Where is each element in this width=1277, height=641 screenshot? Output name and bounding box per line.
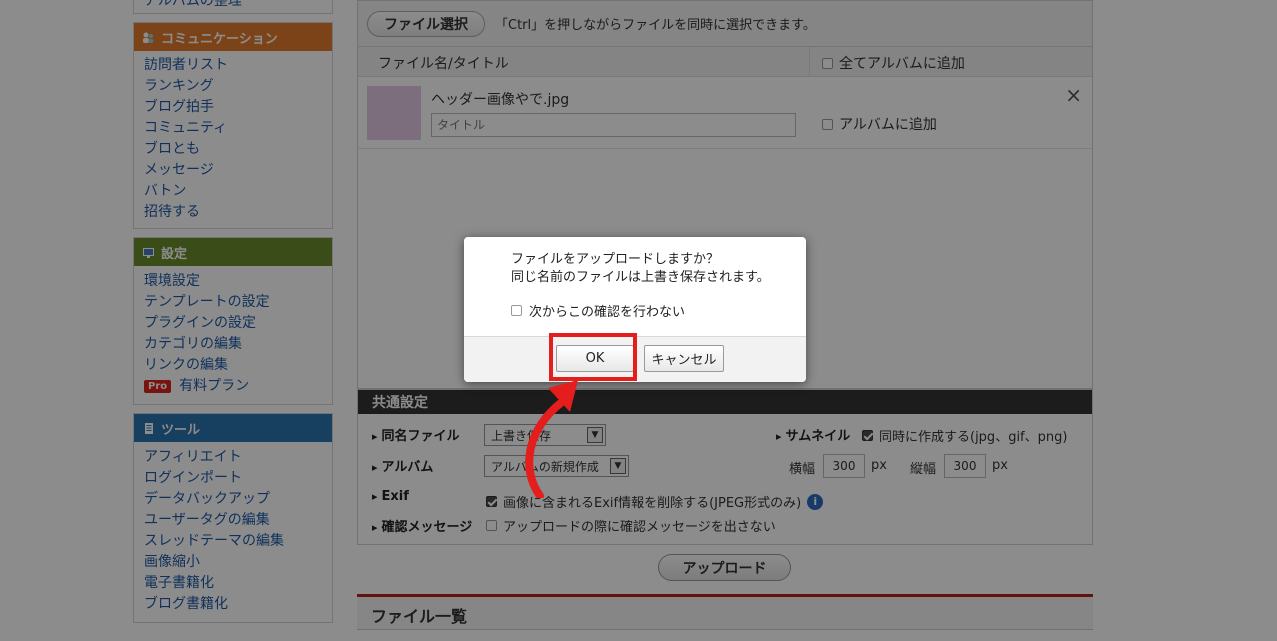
- dialog-message-line2: 同じ名前のファイルは上書き保存されます。: [511, 270, 770, 285]
- dont-confirm-checkbox[interactable]: [511, 305, 522, 316]
- dont-confirm-option[interactable]: 次からこの確認を行わない: [511, 301, 685, 320]
- cancel-button[interactable]: キャンセル: [644, 345, 724, 372]
- dialog-message-line1: ファイルをアップロードしますか？: [511, 252, 720, 267]
- dialog-message: ファイルをアップロードしますか？ 同じ名前のファイルは上書き保存されます。: [511, 251, 770, 287]
- ok-highlight-box: [549, 333, 637, 381]
- pointer-arrow-icon: [525, 380, 578, 498]
- dont-confirm-label: 次からこの確認を行わない: [529, 305, 686, 320]
